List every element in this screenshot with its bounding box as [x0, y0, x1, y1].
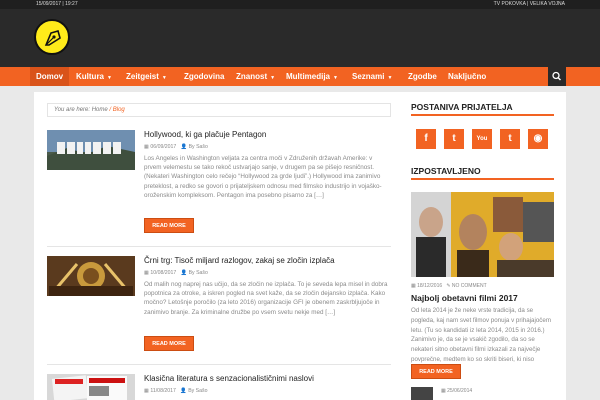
post-excerpt: Od malih nog naprej nas učijo, da se zlo… — [144, 281, 388, 316]
read-more-button[interactable]: READ MORE — [144, 336, 194, 351]
nav-item-zeitgeist[interactable]: Zeitgeist ▼ — [120, 67, 173, 86]
nav-item-seznami[interactable]: Seznami ▼ — [346, 67, 398, 86]
search-button[interactable] — [548, 67, 566, 86]
calendar-icon: ▦ — [441, 388, 446, 394]
post-title[interactable]: Črni trg: Tisoč miljard razlogov, zakaj … — [144, 256, 335, 265]
top-bar: 15/09/2017 | 19:27 TV POKOVKA | VELIKA V… — [0, 0, 600, 9]
nav-item-zgodbe[interactable]: Zgodbe — [402, 67, 443, 86]
calendar-icon: ▦ — [411, 283, 416, 289]
post-author[interactable]: By Sašo — [189, 144, 208, 150]
featured-read-more-button[interactable]: READ MORE — [411, 364, 461, 379]
newspapers-image — [47, 374, 135, 400]
tumblr-button[interactable]: t — [500, 129, 520, 149]
user-icon: 👤 — [180, 270, 188, 276]
hollywood-sign-image — [47, 130, 135, 170]
youtube-icon: You — [476, 136, 488, 142]
facebook-icon: f — [424, 133, 428, 144]
post-date: 10/08/2017 — [150, 270, 177, 276]
next-post-thumbnail[interactable] — [411, 387, 433, 400]
black-market-image — [47, 256, 135, 296]
user-icon: 👤 — [180, 388, 187, 394]
youtube-button[interactable]: You — [472, 129, 492, 149]
calendar-icon: ▦ — [144, 270, 149, 276]
post-title[interactable]: Klasična literatura s senzacionalistični… — [144, 374, 314, 383]
chevron-down-icon: ▼ — [161, 75, 167, 81]
nav-label: Zgodbe — [408, 72, 437, 81]
next-post-date: 25/06/2014 — [447, 388, 473, 394]
comment-icon: ✎ — [446, 283, 451, 289]
nav-label: Kultura — [76, 72, 104, 81]
nav-item-nakljucno[interactable]: Naključno — [442, 67, 492, 86]
featured-meta: ▦ 18/12/2016 ✎ NO COMMENT — [411, 283, 487, 289]
nav-item-zgodovina[interactable]: Zgodovina — [178, 67, 230, 86]
featured-image[interactable] — [411, 192, 554, 277]
chevron-down-icon: ▼ — [270, 75, 276, 81]
movie-collage-image — [411, 192, 554, 277]
post-divider — [47, 364, 391, 365]
friends-widget-title: POSTANIVA PRIJATELJA — [411, 98, 554, 116]
search-icon — [552, 71, 561, 81]
chevron-down-icon: ▼ — [387, 75, 393, 81]
post-author[interactable]: By Sašo — [188, 388, 207, 394]
site-logo[interactable] — [34, 19, 70, 55]
post-item: Hollywood, ki ga plačuje Pentagon ▦ 06/0… — [47, 130, 391, 240]
tumblr-icon: t — [508, 133, 512, 144]
post-meta: ▦ 10/08/2017 👤 By Sašo — [144, 270, 208, 276]
twitter-button[interactable]: t — [444, 129, 464, 149]
post-divider — [47, 246, 391, 247]
user-icon: 👤 — [180, 144, 188, 150]
facebook-button[interactable]: f — [416, 129, 436, 149]
nav-item-znanost[interactable]: Znanost ▼ — [230, 67, 281, 86]
nav-label: Naključno — [448, 72, 487, 81]
post-thumbnail[interactable] — [47, 374, 135, 400]
next-post-meta: ▦ 25/06/2014 — [441, 388, 472, 394]
current-date: 15/09/2017 | 19:27 — [36, 1, 78, 7]
post-thumbnail[interactable] — [47, 256, 135, 296]
post-date: 11/08/2017 — [150, 388, 176, 394]
calendar-icon: ▦ — [144, 388, 149, 394]
calendar-icon: ▦ — [144, 144, 149, 150]
nav-label: Domov — [36, 72, 64, 81]
nav-item-multimedija[interactable]: Multimedija ▼ — [280, 67, 344, 86]
breadcrumb-home-link[interactable]: Home — [92, 107, 108, 113]
nav-label: Seznami — [352, 72, 385, 81]
post-excerpt: Los Angeles in Washington veljata za cen… — [144, 155, 382, 199]
nav-label: Multimedija — [286, 72, 331, 81]
fountain-pen-icon — [44, 30, 61, 46]
rss-button[interactable]: ◉ — [528, 129, 548, 149]
twitter-icon: t — [452, 133, 456, 144]
breadcrumb-prefix: You are here: — [54, 107, 91, 113]
post-item: Črni trg: Tisoč miljard razlogov, zakaj … — [47, 256, 391, 366]
top-links[interactable]: TV POKOVKA | VELIKA VOJNA — [494, 0, 565, 9]
post-meta: ▦ 11/08/2017 👤 By Sašo — [144, 388, 208, 394]
chevron-down-icon: ▼ — [107, 75, 112, 81]
breadcrumb-separator: / — [109, 107, 112, 113]
nav-label: Zgodovina — [184, 72, 225, 81]
post-item: Klasična literatura s senzacionalistični… — [47, 374, 391, 400]
nav-item-domov[interactable]: Domov — [30, 67, 70, 86]
nav-label: Zeitgeist — [126, 72, 159, 81]
post-meta: ▦ 06/09/2017 👤 By Sašo — [144, 144, 208, 150]
breadcrumb: You are here: Home / Blog — [47, 103, 391, 117]
featured-title[interactable]: Najbolj obetavni filmi 2017 — [411, 293, 518, 303]
post-title[interactable]: Hollywood, ki ga plačuje Pentagon — [144, 130, 266, 139]
chevron-down-icon: ▼ — [333, 75, 338, 81]
nav-label: Znanost — [236, 72, 268, 81]
post-author[interactable]: By Sašo — [189, 270, 208, 276]
featured-date: 18/12/2016 — [417, 283, 443, 289]
featured-comments[interactable]: NO COMMENT — [452, 283, 487, 289]
post-date: 06/09/2017 — [150, 144, 177, 150]
main-nav: Domov Kultura ▼ Zeitgeist ▼ Zgodovina Znan… — [0, 67, 600, 86]
read-more-button[interactable]: READ MORE — [144, 218, 194, 233]
breadcrumb-current: Blog — [112, 107, 125, 113]
nav-item-kultura[interactable]: Kultura ▼ — [70, 67, 118, 86]
post-thumbnail[interactable] — [47, 130, 135, 170]
site-header — [0, 9, 600, 67]
featured-widget-title: IZPOSTAVLJENO — [411, 162, 554, 180]
rss-icon: ◉ — [533, 133, 543, 144]
main-content: You are here: Home / Blog Hollywood, ki … — [34, 92, 566, 400]
